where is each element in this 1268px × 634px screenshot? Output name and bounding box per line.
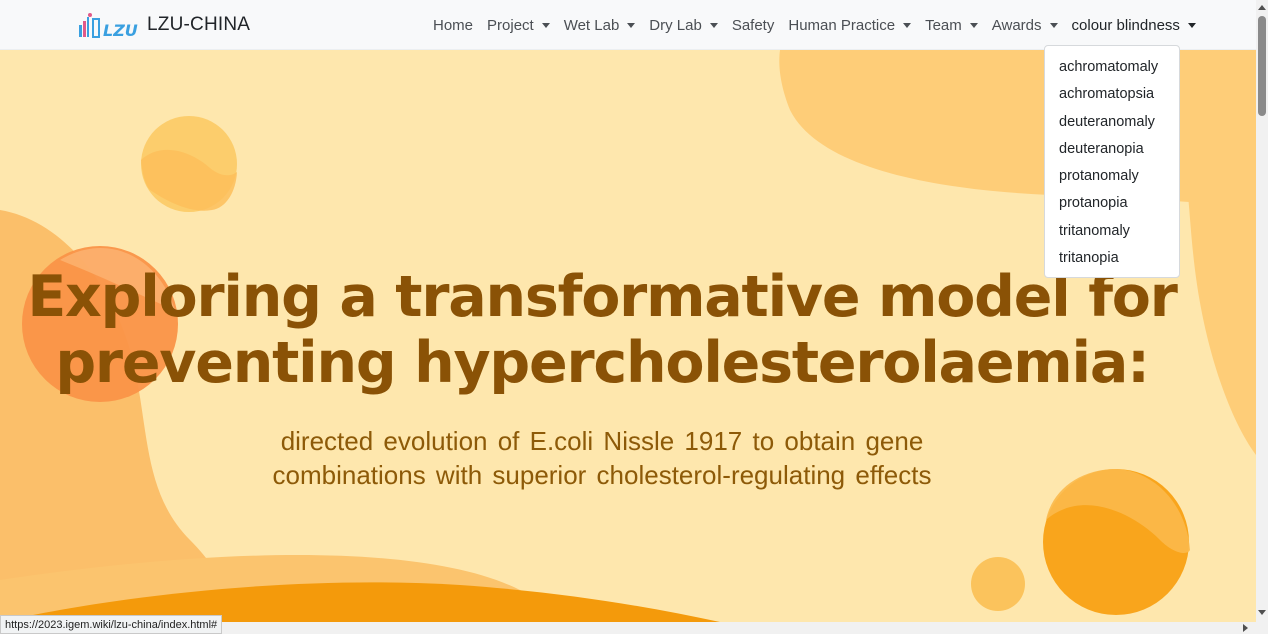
scroll-right-arrow-icon[interactable] [1243, 624, 1248, 632]
nav-item-colour-blindness[interactable]: colour blindness [1065, 17, 1203, 34]
top-navbar: LZU LZU-CHINA Home Project Wet Lab Dry L… [0, 0, 1256, 50]
caret-down-icon [1049, 22, 1058, 28]
svg-text:LZU: LZU [103, 21, 138, 39]
dropdown-item-tritanomaly[interactable]: tritanomaly [1045, 218, 1179, 245]
page: Exploring a transformative model for pre… [0, 0, 1268, 634]
nav-item-label: Team [925, 16, 962, 34]
nav-item-awards[interactable]: Awards [985, 17, 1065, 34]
caret-down-icon [709, 22, 718, 28]
nav-item-home[interactable]: Home [426, 17, 480, 34]
headline-line-1: Exploring a transformative model for [27, 264, 1178, 330]
vertical-scrollbar[interactable] [1256, 0, 1268, 622]
caret-down-icon [1187, 22, 1196, 28]
colour-blindness-dropdown: achromatomaly achromatopsia deuteranomal… [1044, 45, 1180, 278]
nav-menu: Home Project Wet Lab Dry Lab Safety Huma… [426, 0, 1203, 50]
nav-item-label: Safety [731, 16, 775, 34]
dropdown-item-tritanopia[interactable]: tritanopia [1045, 245, 1179, 272]
subtitle-line-1: directed evolution of E.coli Nissle 1917… [280, 426, 924, 456]
headline-line-2: preventing hypercholesterolaemia: [55, 330, 1150, 396]
dropdown-item-protanomaly[interactable]: protanomaly [1045, 163, 1179, 190]
dropdown-item-deuteranopia[interactable]: deuteranopia [1045, 136, 1179, 163]
caret-down-icon [969, 22, 978, 28]
nav-item-label: Human Practice [788, 16, 896, 34]
nav-item-label: Wet Lab [563, 16, 620, 34]
subtitle-line-2: combinations with superior cholesterol-r… [272, 460, 932, 490]
hero-headline: Exploring a transformative model for pre… [0, 264, 1204, 396]
brand[interactable]: LZU LZU-CHINA [77, 10, 250, 40]
scroll-up-arrow-icon[interactable] [1258, 5, 1266, 10]
dropdown-item-protanopia[interactable]: protanopia [1045, 190, 1179, 217]
dropdown-item-achromatopsia[interactable]: achromatopsia [1045, 81, 1179, 108]
brand-name: LZU-CHINA [147, 14, 251, 35]
nav-item-label: Home [433, 16, 474, 34]
caret-down-icon [627, 22, 636, 28]
nav-item-dry-lab[interactable]: Dry Lab [642, 17, 725, 34]
caret-down-icon [903, 22, 912, 28]
scroll-down-arrow-icon[interactable] [1258, 610, 1266, 615]
lzu-logo-icon: LZU [79, 13, 138, 39]
hero-subtitle: directed evolution of E.coli Nissle 1917… [255, 424, 949, 492]
dropdown-item-deuteranomaly[interactable]: deuteranomaly [1045, 109, 1179, 136]
nav-item-project[interactable]: Project [480, 17, 557, 34]
nav-item-safety[interactable]: Safety [725, 17, 782, 34]
nav-item-label: Dry Lab [649, 16, 702, 34]
nav-item-label: colour blindness [1071, 16, 1180, 34]
nav-item-wet-lab[interactable]: Wet Lab [557, 17, 643, 34]
scrollbar-thumb[interactable] [1258, 16, 1266, 116]
small-circle-bottom-right [971, 557, 1025, 611]
caret-down-icon [541, 22, 550, 28]
nav-item-human-practice[interactable]: Human Practice [781, 17, 918, 34]
status-bar-url: https://2023.igem.wiki/lzu-china/index.h… [0, 615, 223, 634]
nav-item-team[interactable]: Team [918, 17, 985, 34]
nav-item-label: Project [487, 16, 534, 34]
dropdown-item-achromatomaly[interactable]: achromatomaly [1045, 54, 1179, 81]
nav-item-label: Awards [991, 16, 1042, 34]
